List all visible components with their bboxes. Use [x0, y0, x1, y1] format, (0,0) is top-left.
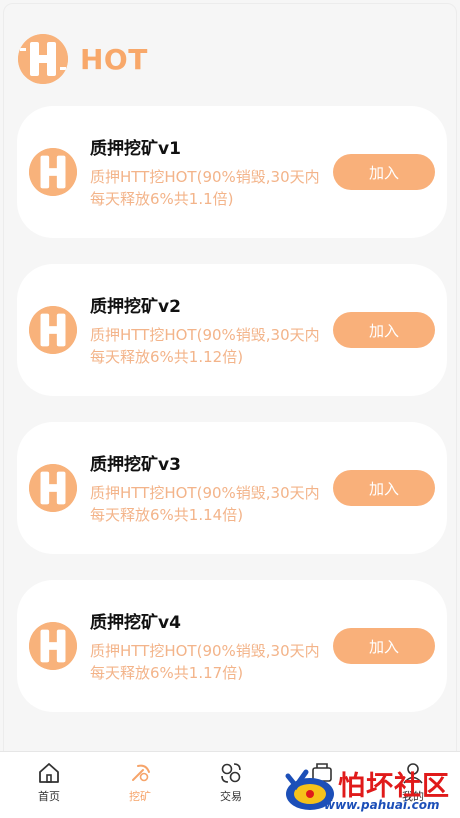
tab-mining[interactable]: 挖矿 — [110, 760, 170, 804]
hot-logo-icon — [18, 34, 68, 84]
watermark: 怕坏社区 www.pahuai.com — [280, 762, 460, 816]
home-icon — [39, 763, 59, 783]
card-title: 质押挖矿v4 — [90, 613, 181, 633]
join-button[interactable]: 加入 — [333, 312, 435, 348]
join-button[interactable]: 加入 — [333, 470, 435, 506]
tab-home[interactable]: 首页 — [19, 760, 79, 804]
join-button[interactable]: 加入 — [333, 154, 435, 190]
card-description: 质押HTT挖HOT(90%销毁,30天内每天释放6%共1.1倍) — [90, 168, 320, 208]
tab-label: 交易 — [220, 790, 242, 803]
exchange-icon — [221, 763, 241, 783]
mining-card-3: 质押挖矿v3 质押HTT挖HOT(90%销毁,30天内每天释放6%共1.14倍)… — [17, 422, 447, 554]
card-description: 质押HTT挖HOT(90%销毁,30天内每天释放6%共1.17倍) — [90, 642, 320, 682]
tab-exchange[interactable]: 交易 — [201, 760, 261, 804]
hot-coin-icon — [29, 464, 77, 512]
watermark-url: www.pahuai.com — [324, 798, 440, 812]
card-description: 质押HTT挖HOT(90%销毁,30天内每天释放6%共1.12倍) — [90, 326, 320, 366]
app-frame: HOT 质押挖矿v1 质押HTT挖HOT(90%销毁,30天内每天释放6%共1.… — [3, 3, 457, 815]
mining-card-4: 质押挖矿v4 质押HTT挖HOT(90%销毁,30天内每天释放6%共1.17倍)… — [17, 580, 447, 712]
join-button[interactable]: 加入 — [333, 628, 435, 664]
mining-icon — [132, 764, 150, 782]
mining-card-2: 质押挖矿v2 质押HTT挖HOT(90%销毁,30天内每天释放6%共1.12倍)… — [17, 264, 447, 396]
brand-title: HOT — [80, 42, 148, 76]
card-title: 质押挖矿v2 — [90, 297, 181, 317]
card-title: 质押挖矿v3 — [90, 455, 181, 475]
hot-coin-icon — [29, 148, 77, 196]
hot-coin-icon — [29, 622, 77, 670]
page-header: HOT — [18, 34, 148, 84]
tab-label: 挖矿 — [129, 790, 151, 803]
hot-coin-icon — [29, 306, 77, 354]
tab-label: 首页 — [38, 790, 60, 803]
mining-card-1: 质押挖矿v1 质押HTT挖HOT(90%销毁,30天内每天释放6%共1.1倍) … — [17, 106, 447, 238]
card-title: 质押挖矿v1 — [90, 139, 181, 159]
card-description: 质押HTT挖HOT(90%销毁,30天内每天释放6%共1.14倍) — [90, 484, 320, 524]
